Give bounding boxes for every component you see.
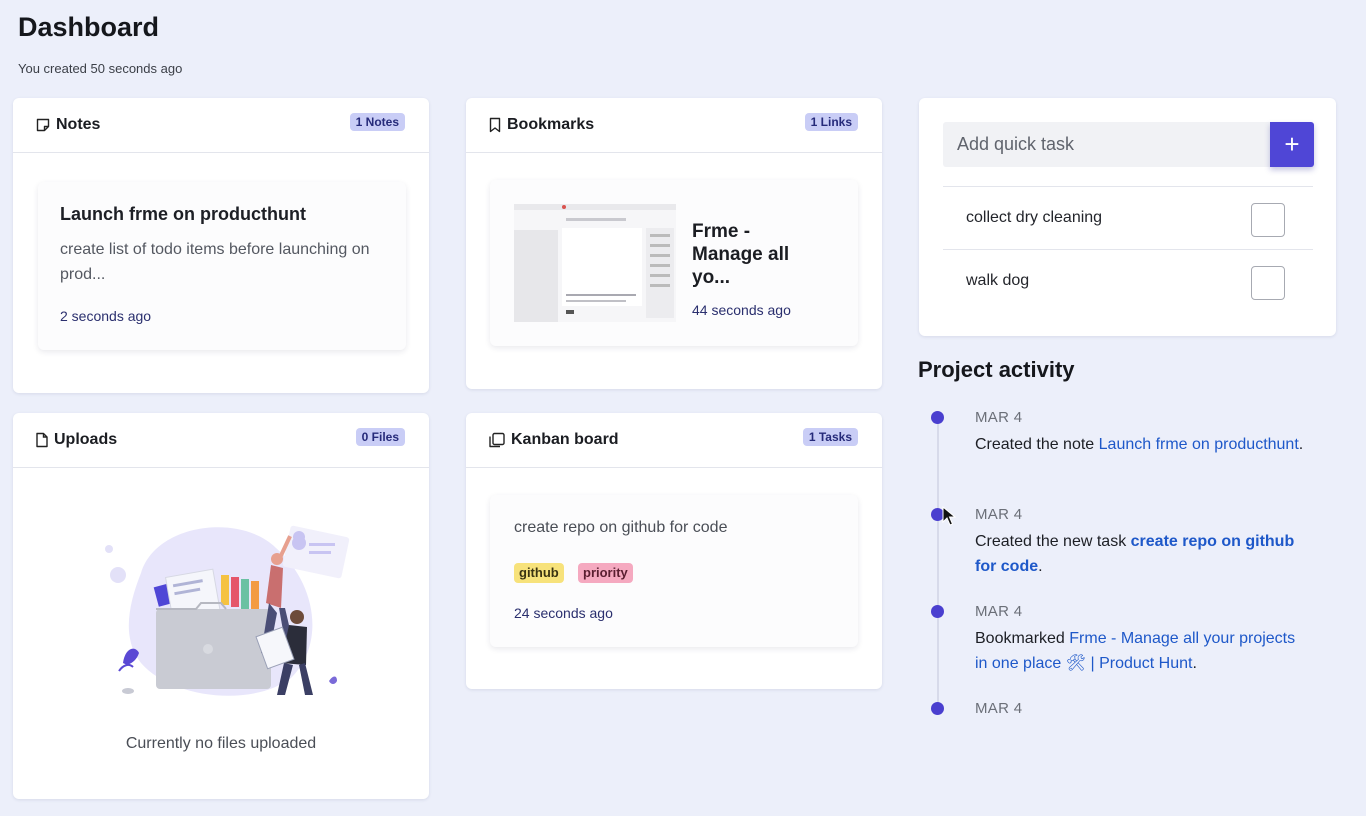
uploads-card-title: Uploads [35,431,117,449]
kanban-item[interactable]: create repo on github for code github pr… [490,495,858,647]
activity-text: Bookmarked Frme - Manage all your projec… [975,626,1305,676]
note-item-time: 2 seconds ago [60,308,152,324]
kanban-icon [488,432,506,448]
timeline-dot [931,411,944,424]
task-item[interactable]: collect dry cleaning [943,186,1313,249]
uploads-title-label: Uploads [54,431,118,448]
kanban-card-header: Kanban board 1 Tasks [466,413,882,468]
activity-suffix: . [1038,558,1043,575]
task-checkbox[interactable] [1251,203,1285,237]
task-label: walk dog [966,272,1030,289]
page-title: Dashboard [18,12,160,42]
note-icon [35,117,51,133]
bookmarks-count-badge: 1 Links [804,113,858,131]
activity-date: MAR 4 [975,603,1023,620]
bookmark-item[interactable]: Frme - Manage all yo... 44 seconds ago [490,180,858,346]
kanban-count-badge: 1 Tasks [802,428,858,446]
bookmark-thumbnail [514,204,676,322]
tag-github: github [514,563,564,583]
activity-date: MAR 4 [975,506,1023,523]
activity-prefix: Bookmarked [975,630,1070,647]
mouse-cursor-icon [942,505,957,531]
note-item[interactable]: Launch frme on producthunt create list o… [38,182,406,350]
uploads-empty-text: Currently no files uploaded [125,735,317,752]
empty-uploads-illustration [101,513,351,703]
timeline-line [937,418,939,710]
activity-suffix: . [1192,655,1197,672]
kanban-item-text: create repo on github for code [514,519,728,536]
uploads-card-header: Uploads 0 Files [13,413,429,468]
bookmarks-title-label: Bookmarks [507,116,595,133]
kanban-title-label: Kanban board [511,431,619,448]
activity-date: MAR 4 [975,700,1023,717]
activity-link[interactable]: Launch frme on producthunt [1099,436,1299,453]
note-item-body: create list of todo items before launchi… [60,241,370,283]
note-item-title: Launch frme on producthunt [60,204,306,224]
task-label: collect dry cleaning [966,209,1103,226]
notes-title-label: Notes [56,116,101,133]
notes-card: Notes 1 Notes Launch frme on producthunt… [13,98,429,393]
activity-title: Project activity [918,357,1075,382]
add-task-button[interactable]: + [1270,122,1314,167]
bookmarks-card: Bookmarks 1 Links Frme - Manage all yo..… [466,98,882,389]
timeline-dot [931,702,944,715]
notes-count-badge: 1 Notes [349,113,405,131]
task-item[interactable]: walk dog [943,249,1313,312]
tag-priority: priority [578,563,633,583]
task-checkbox[interactable] [1251,266,1285,300]
bookmarks-card-header: Bookmarks 1 Links [466,98,882,153]
bookmark-item-title: Frme - Manage all yo... [692,221,790,288]
notes-card-title: Notes [35,116,100,134]
quick-tasks-card: + collect dry cleaning walk dog [919,98,1336,336]
activity-suffix: . [1298,436,1304,453]
kanban-item-time: 24 seconds ago [514,605,613,621]
activity-date: MAR 4 [975,409,1023,426]
bookmarks-card-title: Bookmarks [488,116,594,134]
activity-prefix: Created the new task [975,533,1131,550]
activity-prefix: Created the note [975,436,1099,453]
file-icon [35,432,49,448]
timeline-dot [931,605,944,618]
kanban-card: Kanban board 1 Tasks create repo on gith… [466,413,882,689]
uploads-count-badge: 0 Files [355,428,405,446]
page-subtitle: You created 50 seconds ago [18,61,183,76]
uploads-card: Uploads 0 Files Currently no files uploa… [13,413,429,799]
notes-card-header: Notes 1 Notes [13,98,429,153]
bookmark-icon [488,117,502,133]
bookmark-item-time: 44 seconds ago [692,302,791,318]
quick-task-input[interactable] [943,122,1270,167]
activity-text: Created the note Launch frme on producth… [975,432,1305,457]
kanban-card-title: Kanban board [488,431,619,449]
activity-text: Created the new task create repo on gith… [975,529,1305,579]
